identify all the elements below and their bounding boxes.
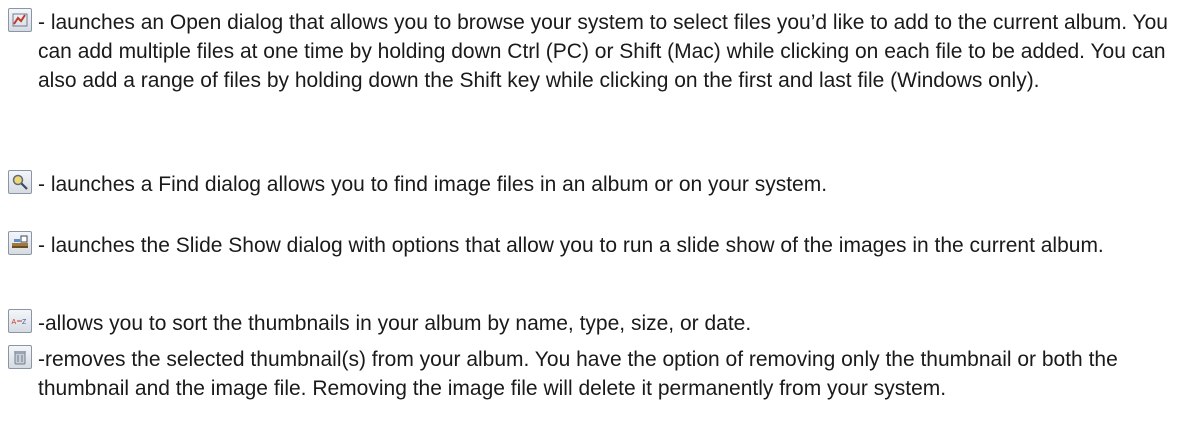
add-files-item: - launches an Open dialog that allows yo… [8,8,1186,95]
remove-item: -removes the selected thumbnail(s) from … [8,345,1186,403]
find-item: - launches a Find dialog allows you to f… [8,170,1186,199]
slide-show-description: - launches the Slide Show dialog with op… [38,234,1104,257]
sort-item: A Z -allows you to sort the thumbnails i… [8,309,1186,338]
trash-icon [8,345,32,369]
add-files-description: - launches an Open dialog that allows yo… [38,11,1168,92]
remove-description: -removes the selected thumbnail(s) from … [38,348,1118,400]
slide-show-item: - launches the Slide Show dialog with op… [8,231,1186,260]
slide-show-icon [8,231,32,255]
find-icon [8,170,32,194]
svg-text:Z: Z [22,319,27,326]
sort-description: -allows you to sort the thumbnails in yo… [38,312,752,335]
svg-text:A: A [12,319,17,326]
sort-icon: A Z [8,309,32,333]
find-description: - launches a Find dialog allows you to f… [38,173,828,196]
add-files-icon [8,8,32,32]
